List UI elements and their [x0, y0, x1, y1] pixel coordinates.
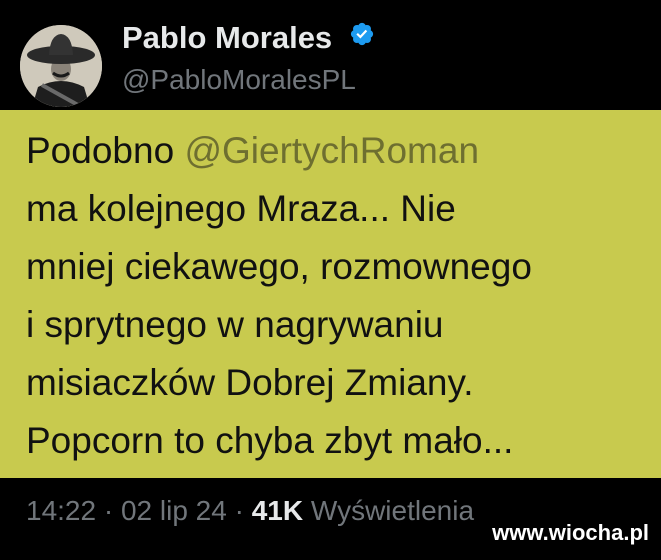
tweet-line-5: misiaczków Dobrej Zmiany. [26, 362, 474, 403]
tweet-date[interactable]: 02 lip 24 [121, 495, 227, 526]
meta-separator: · [226, 495, 252, 526]
author-name-text[interactable]: Pablo Morales [122, 20, 332, 55]
tweet-meta: 14:22 · 02 lip 24 · 41K Wyświetlenia [26, 492, 474, 530]
avatar-image [20, 25, 102, 107]
avatar[interactable] [20, 25, 102, 107]
tweet-body: Podobno @GiertychRoman ma kolejnego Mraz… [0, 110, 661, 478]
tweet-text: Podobno @GiertychRoman ma kolejnego Mraz… [26, 122, 646, 470]
meta-separator: · [96, 495, 121, 526]
tweet-footer: 14:22 · 02 lip 24 · 41K Wyświetlenia www… [0, 478, 661, 560]
tweet-line-3: mniej ciekawego, rozmownego [26, 246, 532, 287]
site-watermark: www.wiocha.pl [492, 520, 649, 545]
author-display-name[interactable]: Pablo Morales [122, 18, 375, 60]
tweet-header: Pablo Morales @PabloMoralesPL [0, 0, 661, 110]
tweet-line-4: i sprytnego w nagrywaniu [26, 304, 444, 345]
verified-badge-icon [349, 17, 375, 57]
mention-link[interactable]: @GiertychRoman [184, 130, 479, 171]
views-count[interactable]: 41K [252, 495, 303, 526]
tweet-line-1: Podobno @GiertychRoman [26, 122, 646, 180]
tweet-line-6: Popcorn to chyba zbyt mało... [26, 420, 514, 461]
tweet-line-2: ma kolejnego Mraza... Nie [26, 188, 456, 229]
views-label: Wyświetlenia [303, 495, 475, 526]
tweet-line-1-prefix: Podobno [26, 130, 185, 171]
tweet-time[interactable]: 14:22 [26, 495, 96, 526]
author-handle[interactable]: @PabloMoralesPL [122, 62, 356, 98]
